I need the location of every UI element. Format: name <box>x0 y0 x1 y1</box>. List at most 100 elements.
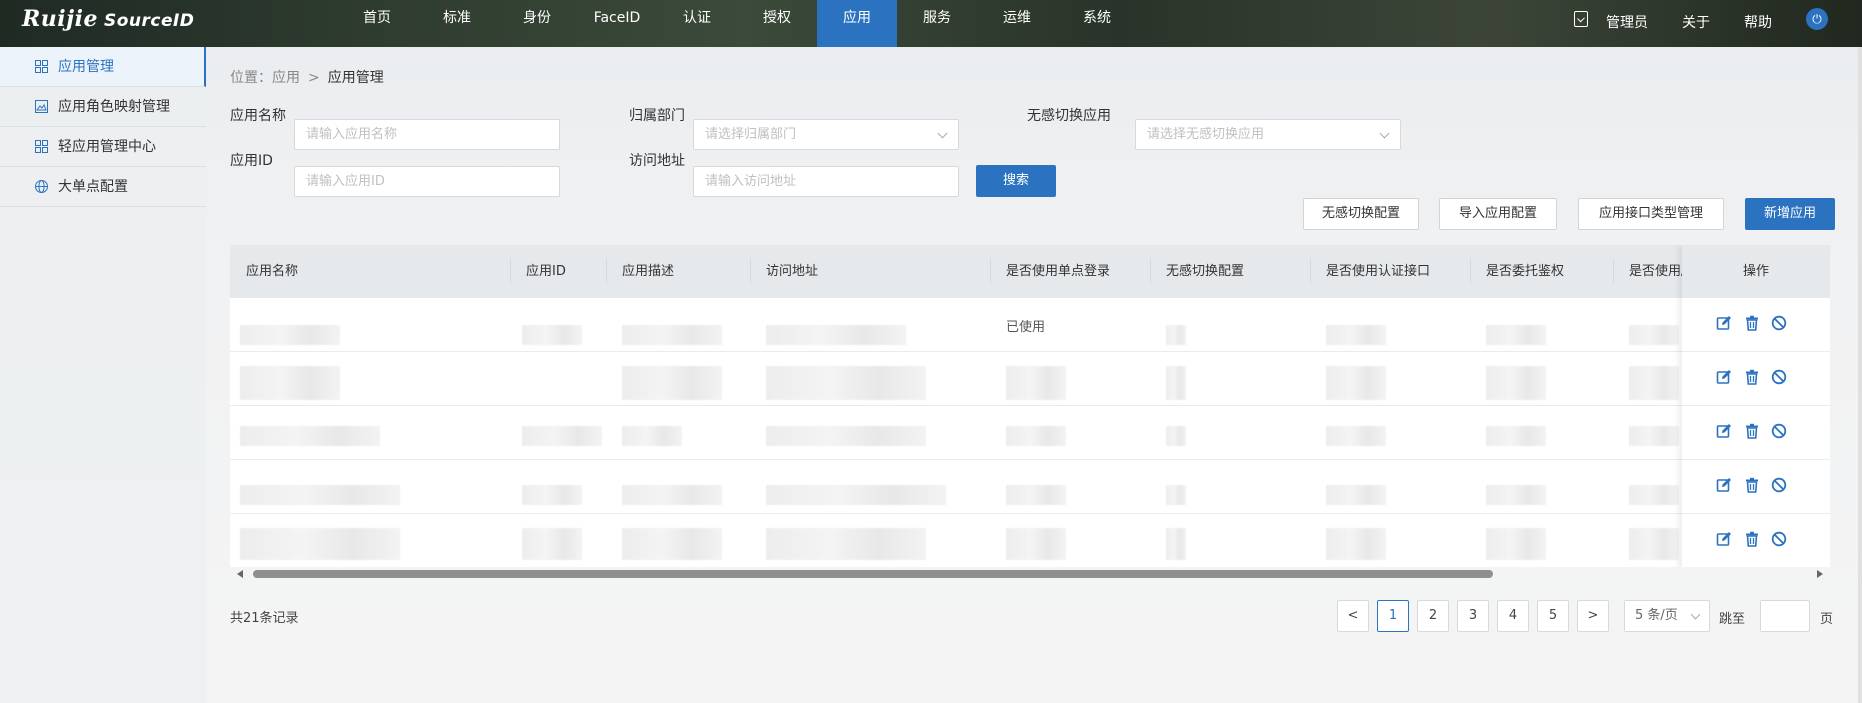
edit-icon[interactable] <box>1716 315 1732 331</box>
grid-icon <box>35 60 48 73</box>
col-delegated-auth: 是否委托鉴权 <box>1486 264 1565 279</box>
nav-item-home[interactable]: 首页 <box>337 0 417 47</box>
page-3-button[interactable]: 3 <box>1457 600 1489 632</box>
col-sso: 是否使用单点登录 <box>1006 264 1111 279</box>
disable-icon[interactable] <box>1771 369 1787 385</box>
breadcrumb-separator: > <box>308 70 320 86</box>
table-row[interactable] <box>230 352 1830 406</box>
nav-item-faceid[interactable]: FaceID <box>577 0 657 47</box>
sidebar-item-app-management[interactable]: 应用管理 <box>0 47 206 87</box>
disable-icon[interactable] <box>1771 315 1787 331</box>
clipboard-check-icon[interactable] <box>1574 10 1588 27</box>
disable-icon[interactable] <box>1771 423 1787 439</box>
url-label: 访问地址 <box>629 153 685 169</box>
app-name-label: 应用名称 <box>230 108 286 124</box>
ops-column: 操作 <box>1682 245 1830 581</box>
delete-icon[interactable] <box>1744 369 1760 385</box>
jump-page-input[interactable] <box>1760 600 1810 632</box>
delete-icon[interactable] <box>1744 315 1760 331</box>
dept-label: 归属部门 <box>629 108 685 124</box>
table-header: 应用名称 应用ID 应用描述 访问地址 是否使用单点登录 无感切换配置 是否使用… <box>230 245 1830 298</box>
import-config-button[interactable]: 导入应用配置 <box>1439 198 1557 230</box>
about-link[interactable]: 关于 <box>1682 5 1710 42</box>
edit-icon[interactable] <box>1716 369 1732 385</box>
page-suffix-label: 页 <box>1820 612 1834 627</box>
nav-item-application[interactable]: 应用 <box>817 0 897 47</box>
col-app-desc: 应用描述 <box>622 264 675 279</box>
brand-logo[interactable]: Ruijie SourceID <box>22 6 194 36</box>
nav-item-identity[interactable]: 身份 <box>497 0 577 47</box>
breadcrumb-current: 应用管理 <box>327 70 384 86</box>
ops-row <box>1682 298 1830 352</box>
seamless-select[interactable]: 请选择无感切换应用 <box>1135 119 1401 150</box>
page-2-button[interactable]: 2 <box>1417 600 1449 632</box>
admin-link[interactable]: 管理员 <box>1606 5 1648 42</box>
interface-type-button[interactable]: 应用接口类型管理 <box>1578 198 1724 230</box>
chevron-down-icon <box>1379 128 1390 139</box>
app-id-input[interactable] <box>294 166 560 197</box>
scroll-right-icon[interactable] <box>1817 570 1823 578</box>
col-seamless: 无感切换配置 <box>1166 264 1245 279</box>
col-app-id: 应用ID <box>526 264 566 279</box>
edit-icon[interactable] <box>1716 477 1732 493</box>
scrollbar-thumb[interactable] <box>253 570 1493 578</box>
delete-icon[interactable] <box>1744 531 1760 547</box>
search-button[interactable]: 搜索 <box>976 165 1056 197</box>
sidebar-item-sso-config[interactable]: 大单点配置 <box>0 167 206 207</box>
table-row[interactable] <box>230 406 1830 460</box>
table-row[interactable] <box>230 514 1830 568</box>
chevron-down-icon <box>937 128 948 139</box>
page-size-select[interactable]: 5 条/页 <box>1624 600 1710 632</box>
url-input[interactable] <box>693 166 959 197</box>
page-1-button[interactable]: 1 <box>1377 600 1409 632</box>
prev-page-button[interactable]: < <box>1337 600 1369 632</box>
col-truncated: 是否使用/ <box>1629 264 1683 279</box>
nav-item-system[interactable]: 系统 <box>1057 0 1137 47</box>
col-url: 访问地址 <box>766 264 819 279</box>
edit-icon[interactable] <box>1716 423 1732 439</box>
dept-select[interactable]: 请选择归属部门 <box>693 119 959 150</box>
total-records: 共21条记录 <box>230 611 299 626</box>
disable-icon[interactable] <box>1771 477 1787 493</box>
nav-item-auth[interactable]: 认证 <box>657 0 737 47</box>
seamless-config-button[interactable]: 无感切换配置 <box>1303 198 1419 230</box>
seamless-label: 无感切换应用 <box>1027 108 1111 124</box>
next-page-button[interactable]: > <box>1577 600 1609 632</box>
col-auth-interface: 是否使用认证接口 <box>1326 264 1431 279</box>
ops-row <box>1682 460 1830 514</box>
product-name: SourceID <box>103 11 195 31</box>
vertical-scrollbar[interactable] <box>1858 47 1862 703</box>
edit-icon[interactable] <box>1716 531 1732 547</box>
table-row[interactable] <box>230 460 1830 514</box>
disable-icon[interactable] <box>1771 531 1787 547</box>
ops-row <box>1682 406 1830 460</box>
help-link[interactable]: 帮助 <box>1744 5 1772 42</box>
ops-row <box>1682 352 1830 406</box>
page-4-button[interactable]: 4 <box>1497 600 1529 632</box>
nav-item-authorization[interactable]: 授权 <box>737 0 817 47</box>
app-table: 应用名称 应用ID 应用描述 访问地址 是否使用单点登录 无感切换配置 是否使用… <box>230 245 1830 581</box>
scroll-left-icon[interactable] <box>237 570 243 578</box>
breadcrumb: 位置：应用 > 应用管理 <box>230 67 384 87</box>
user-menu: 管理员 关于 帮助 ⏻ <box>1574 0 1862 47</box>
breadcrumb-parent[interactable]: 应用 <box>272 70 300 86</box>
sidebar-item-light-app-center[interactable]: 轻应用管理中心 <box>0 127 206 167</box>
logout-icon[interactable]: ⏻ <box>1806 7 1828 30</box>
dept-placeholder: 请选择归属部门 <box>705 127 797 142</box>
nav-item-ops[interactable]: 运维 <box>977 0 1057 47</box>
image-icon <box>35 100 48 113</box>
delete-icon[interactable] <box>1744 477 1760 493</box>
brand-name: Ruijie <box>22 6 98 32</box>
horizontal-scrollbar[interactable] <box>230 567 1830 581</box>
delete-icon[interactable] <box>1744 423 1760 439</box>
nav-item-service[interactable]: 服务 <box>897 0 977 47</box>
sso-status: 已使用 <box>1006 320 1046 335</box>
sidebar-item-role-mapping[interactable]: 应用角色映射管理 <box>0 87 206 127</box>
table-row[interactable]: 已使用 <box>230 298 1830 352</box>
nav-item-standard[interactable]: 标准 <box>417 0 497 47</box>
add-app-button[interactable]: 新增应用 <box>1745 198 1835 230</box>
app-name-input[interactable] <box>294 119 560 150</box>
page-5-button[interactable]: 5 <box>1537 600 1569 632</box>
sidebar-item-label: 应用角色映射管理 <box>58 99 170 115</box>
sidebar-item-label: 应用管理 <box>58 59 114 75</box>
